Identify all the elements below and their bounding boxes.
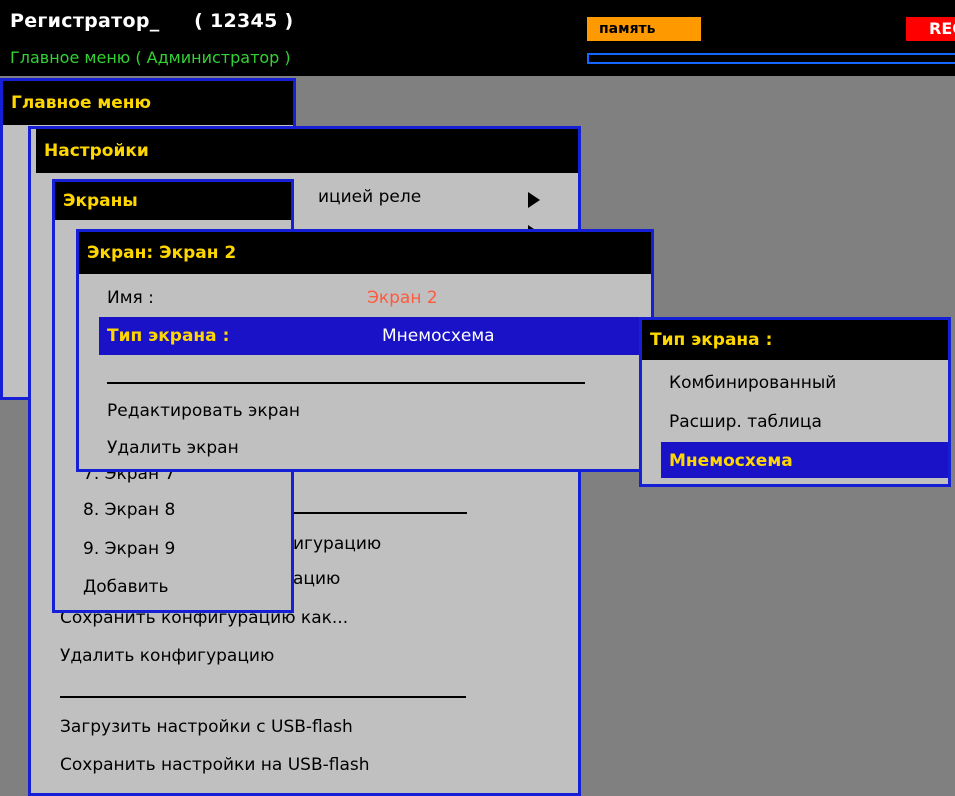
device-title: Регистратор_ ( 12345 ) [10, 10, 294, 32]
rec-badge: REC [906, 17, 955, 41]
right-arrow-icon [528, 192, 540, 208]
settings-item-relay-fragment[interactable]: ицией реле [318, 187, 421, 207]
screen-item-8[interactable]: 8. Экран 8 [83, 500, 175, 520]
screen-type-option-combined[interactable]: Комбинированный [669, 373, 836, 393]
screen-type-option-mnemonic[interactable]: Мнемосхема [669, 451, 793, 471]
settings-menu-title: Настройки [36, 129, 578, 173]
menu-separator [293, 512, 467, 514]
delete-config-item[interactable]: Удалить конфигурацию [60, 646, 274, 666]
screen-type-popup-title: Тип экрана : [642, 320, 948, 360]
screen-type-label: Тип экрана : [107, 326, 230, 346]
menu-separator [60, 696, 466, 698]
add-screen-item[interactable]: Добавить [83, 577, 169, 597]
settings-item-config-fragment-2[interactable]: ацию [293, 569, 340, 589]
status-header: Регистратор_ ( 12345 ) Главное меню ( Ад… [0, 0, 955, 76]
screen-type-option-extended-table[interactable]: Расшир. таблица [669, 412, 822, 432]
memory-badge: память [587, 17, 701, 41]
screen-item-9[interactable]: 9. Экран 9 [83, 539, 175, 559]
delete-screen-item[interactable]: Удалить экран [107, 438, 239, 458]
screens-menu-title: Экраны [55, 182, 291, 220]
edit-screen-item[interactable]: Редактировать экран [107, 401, 300, 421]
menu-separator [107, 382, 585, 384]
screen-editor-title: Экран: Экран 2 [79, 232, 651, 274]
load-settings-usb-item[interactable]: Загрузить настройки с USB-flash [60, 717, 353, 737]
memory-progress-bar [587, 53, 955, 64]
screen-editor-panel: Экран: Экран 2 Имя : Экран 2 Тип экрана … [76, 229, 654, 472]
screen-name-label: Имя : [107, 288, 154, 308]
screen: Регистратор_ ( 12345 ) Главное меню ( Ад… [0, 0, 955, 796]
main-menu-title: Главное меню [3, 81, 293, 125]
screen-type-value: Мнемосхема [382, 326, 495, 346]
settings-item-config-fragment-1[interactable]: игурацию [293, 534, 381, 554]
save-settings-usb-item[interactable]: Сохранить настройки на USB-flash [60, 755, 370, 775]
screen-type-popup: Тип экрана : Комбинированный Расшир. таб… [639, 317, 951, 487]
screen-name-value[interactable]: Экран 2 [367, 288, 438, 308]
menu-path-subtitle: Главное меню ( Администратор ) [10, 48, 291, 67]
